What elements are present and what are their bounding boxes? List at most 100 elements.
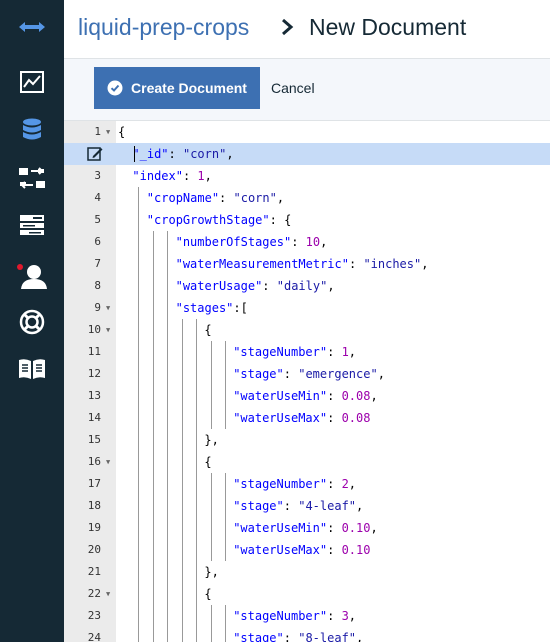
code-line[interactable]: 16 ▼ { [64, 451, 550, 473]
code-line[interactable]: 18 "stage": "4-leaf", [64, 495, 550, 517]
fold-arrow-icon[interactable]: ▼ [106, 451, 110, 473]
code-text: "index": 1, [132, 169, 212, 183]
code-line[interactable]: 15}, [64, 429, 550, 451]
code-line[interactable]: 3 "index": 1, [64, 165, 550, 187]
code-line[interactable]: 13 "waterUseMin": 0.08, [64, 385, 550, 407]
check-circle-icon [107, 80, 123, 96]
code-line[interactable]: 10 ▼ { [64, 319, 550, 341]
account-nav-item[interactable] [0, 254, 64, 298]
databases-nav-item[interactable] [0, 109, 64, 153]
code-line[interactable]: 24 "stage": "8-leaf", [64, 627, 550, 642]
cancel-button[interactable]: Cancel [271, 67, 315, 109]
code-line[interactable]: 6 "numberOfStages": 10, [64, 231, 550, 253]
documentation-nav-item[interactable] [0, 347, 64, 391]
line-number: 23 [87, 609, 101, 622]
code-line[interactable]: 5 "cropGrowthStage": { [64, 209, 550, 231]
line-number-cell: 8 [64, 275, 116, 297]
indent-guide [167, 231, 168, 253]
indent-guide [138, 451, 139, 473]
code-line[interactable]: 8 "waterUsage": "daily", [64, 275, 550, 297]
line-number-cell: 23 [64, 605, 116, 627]
code-text: "stageNumber": 3, [233, 609, 357, 623]
indent-guide [167, 451, 168, 473]
code-line[interactable]: 7 "waterMeasurementMetric": "inches", [64, 253, 550, 275]
code-line[interactable]: 11 "stageNumber": 1, [64, 341, 550, 363]
indent-guide [181, 539, 183, 561]
line-number: 19 [87, 521, 101, 534]
code-text: "cropGrowthStage": { [146, 213, 292, 227]
indent-guide [138, 561, 139, 583]
code-line[interactable]: 22 ▼ { [64, 583, 550, 605]
line-number: 14 [87, 411, 101, 424]
code-text: }, [204, 433, 219, 447]
page-title: New Document [309, 14, 467, 40]
indent-guide [196, 539, 197, 561]
indent-guide [167, 539, 168, 561]
code-text: "numberOfStages": 10, [175, 235, 328, 249]
indent-guide [196, 583, 197, 605]
json-code-editor[interactable]: 1 ▼{"_id": "corn", 3 "index": 1, 4 "cropName"… [64, 121, 550, 642]
indent-guide [167, 275, 168, 297]
replication-nav-item[interactable] [0, 156, 64, 200]
code-line[interactable]: 21}, [64, 561, 550, 583]
indent-guide [196, 429, 197, 451]
indent-guide [225, 495, 226, 517]
indent-guide [181, 473, 183, 495]
fold-arrow-icon[interactable]: ▼ [106, 121, 110, 143]
code-line[interactable]: 9 ▼ "stages":[ [64, 297, 550, 319]
indent-guide [152, 495, 154, 517]
code-line[interactable]: 17 "stageNumber": 2, [64, 473, 550, 495]
indent-guide [167, 495, 168, 517]
line-number-cell: 16 ▼ [64, 451, 116, 473]
line-number: 9 [94, 301, 101, 314]
line-number: 12 [87, 367, 101, 380]
code-line[interactable]: 19 "waterUseMin": 0.10, [64, 517, 550, 539]
fold-arrow-icon[interactable]: ▼ [106, 297, 110, 319]
breadcrumb-database-link[interactable]: liquid-prep-crops [78, 12, 249, 42]
line-number-cell: 7 [64, 253, 116, 275]
code-line-active[interactable]: "_id": "corn", [64, 143, 550, 165]
active-tasks-nav-item[interactable] [0, 203, 64, 247]
indent-guide [152, 297, 154, 319]
indent-guide [138, 209, 139, 231]
account-icon [17, 264, 47, 289]
support-nav-item[interactable] [0, 300, 64, 344]
code-text: "waterUsage": "daily", [175, 279, 335, 293]
indent-guide [152, 429, 154, 451]
chevron-right-icon [282, 18, 294, 36]
line-number: 22 [87, 587, 101, 600]
indent-guide [210, 385, 212, 407]
code-line[interactable]: 4 "cropName": "corn", [64, 187, 550, 209]
indent-guide [167, 363, 168, 385]
fold-arrow-icon[interactable]: ▼ [106, 583, 110, 605]
indent-guide [181, 429, 183, 451]
indent-guide [138, 253, 139, 275]
indent-guide [181, 605, 183, 627]
indent-guide [210, 473, 212, 495]
edit-line-icon[interactable] [87, 146, 103, 162]
indent-guide [225, 385, 226, 407]
create-document-button[interactable]: Create Document [94, 67, 260, 109]
code-line[interactable]: 20 "waterUseMax": 0.10 [64, 539, 550, 561]
code-line[interactable]: 12 "stage": "emergence", [64, 363, 550, 385]
indent-guide [210, 363, 212, 385]
code-line[interactable]: 14 "waterUseMax": 0.08 [64, 407, 550, 429]
code-text: { [118, 125, 126, 139]
indent-guide [138, 385, 139, 407]
line-number-cell: 20 [64, 539, 116, 561]
documentation-icon [19, 359, 45, 379]
code-line[interactable]: 1 ▼{ [64, 121, 550, 143]
indent-guide [167, 605, 168, 627]
fold-arrow-icon[interactable]: ▼ [106, 319, 110, 341]
code-text: "_id": "corn", [132, 147, 234, 161]
indent-guide [181, 451, 183, 473]
code-text: }, [204, 565, 219, 579]
indent-guide [167, 385, 168, 407]
indent-guide [152, 363, 154, 385]
indent-guide [152, 341, 154, 363]
monitoring-nav-item[interactable] [0, 60, 64, 104]
replication-icon [19, 167, 45, 189]
line-number-cell: 9 ▼ [64, 297, 116, 319]
collapse-nav-button[interactable] [0, 5, 64, 49]
code-line[interactable]: 23 "stageNumber": 3, [64, 605, 550, 627]
